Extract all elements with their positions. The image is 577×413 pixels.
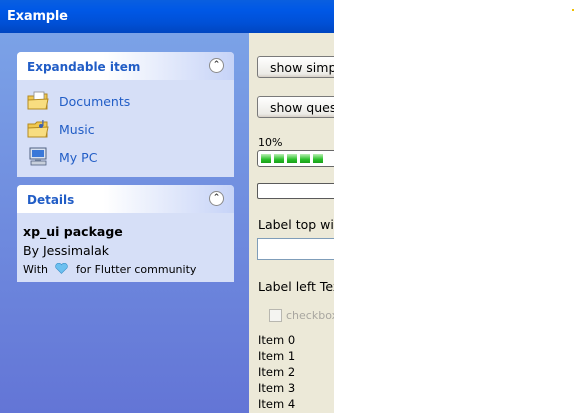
package-author: By Jessimalak [23, 243, 110, 258]
progress-label: 10% [258, 136, 283, 149]
credit-line: With for Flutter community [23, 262, 197, 276]
yellow-dot [572, 9, 574, 11]
list-item[interactable]: Item 2 [258, 365, 295, 379]
text-input-top[interactable] [257, 238, 334, 260]
sidebar: Expandable item ⌃ Documents Music My PC … [0, 33, 249, 413]
documents-folder-icon [27, 91, 49, 110]
my-pc-icon [29, 147, 47, 166]
music-folder-icon [27, 120, 49, 138]
list-item[interactable]: Item 3 [258, 381, 295, 395]
progress-segment [287, 154, 297, 163]
details-panel-header[interactable]: Details ⌃ [17, 185, 234, 213]
button-label: show simp [270, 60, 334, 75]
collapse-chevron-icon[interactable]: ⌃ [209, 191, 224, 206]
show-simple-dialog-button[interactable]: show simp [257, 56, 334, 78]
progress-segment [261, 154, 271, 163]
label-left: Label left Tex [258, 279, 334, 294]
progress-bar [257, 150, 334, 167]
progress-segment [313, 154, 323, 163]
slider-field[interactable] [257, 183, 334, 199]
sidebar-item-label: My PC [59, 150, 98, 165]
checkbox[interactable] [269, 309, 282, 322]
checkbox-label: checkbox [286, 309, 334, 322]
expandable-panel-title: Expandable item [27, 60, 141, 74]
sidebar-item-label: Music [59, 122, 95, 137]
main-content: show simp show ques 10% Label top wi Lab… [249, 33, 334, 413]
button-label: show ques [270, 100, 334, 115]
credit-prefix: With [23, 263, 48, 276]
heart-icon [55, 262, 69, 274]
details-panel-title: Details [27, 193, 75, 207]
list-item[interactable]: Item 0 [258, 333, 295, 347]
details-panel: Details ⌃ xp_ui package By Jessimalak Wi… [17, 185, 234, 282]
list-item[interactable]: Item 4 [258, 397, 295, 411]
sidebar-item-label: Documents [59, 94, 131, 109]
collapse-chevron-icon[interactable]: ⌃ [209, 58, 224, 73]
expandable-panel-header[interactable]: Expandable item ⌃ [17, 52, 234, 80]
progress-segment [300, 154, 310, 163]
expandable-panel: Expandable item ⌃ Documents Music My PC [17, 52, 234, 177]
progress-segment [274, 154, 284, 163]
show-question-dialog-button[interactable]: show ques [257, 96, 334, 118]
credit-suffix: for Flutter community [75, 263, 197, 276]
package-name: xp_ui package [23, 224, 123, 239]
title-bar[interactable]: Example [0, 0, 334, 33]
label-top: Label top wi [258, 217, 334, 232]
window-title: Example [7, 9, 68, 24]
list-item[interactable]: Item 1 [258, 349, 295, 363]
app-window: Example Expandable item ⌃ Documents Musi… [0, 0, 334, 413]
